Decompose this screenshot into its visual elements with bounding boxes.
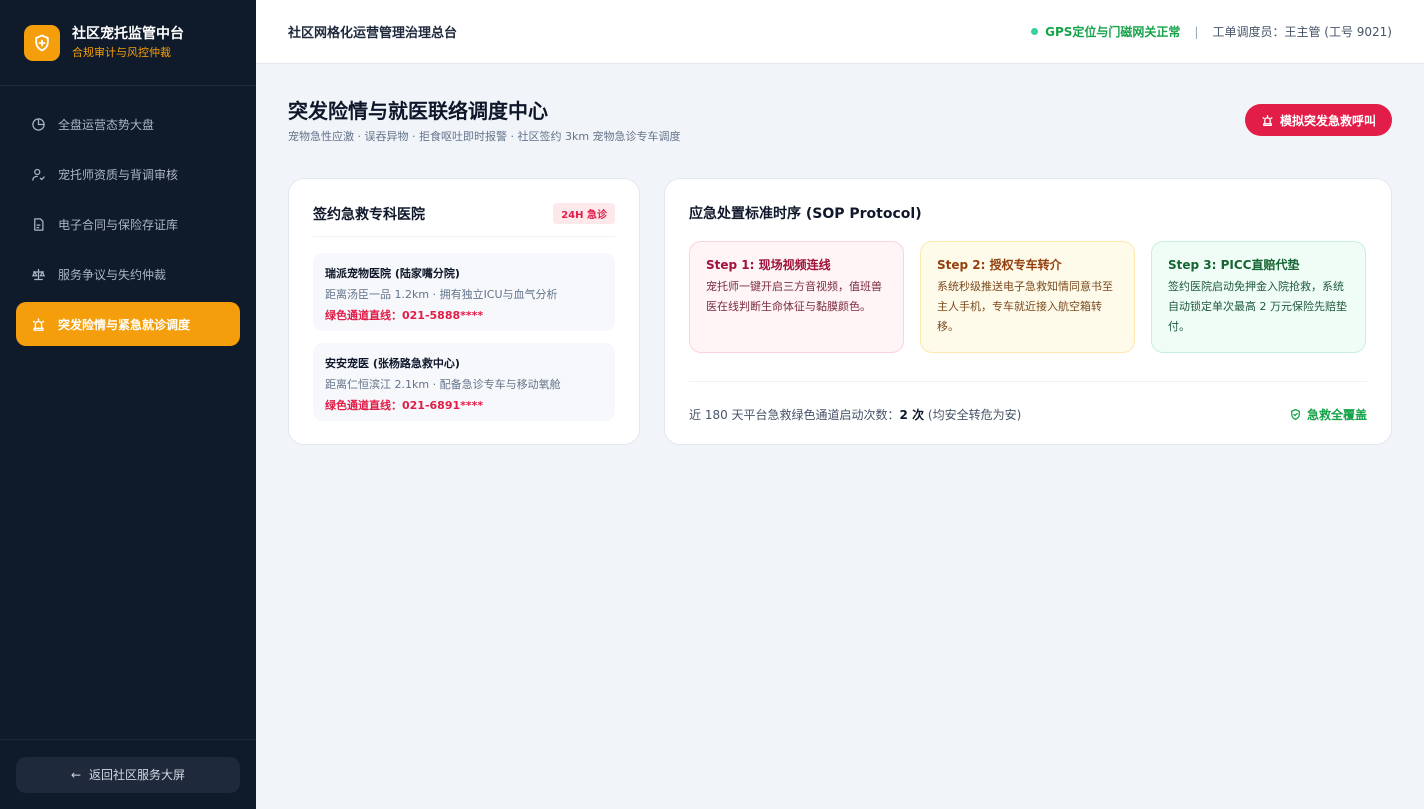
top-header: 社区网格化运营管理治理总台 GPS定位与门磁网关正常 | 工单调度员：王主管 (… [256,0,1424,64]
siren-icon [30,316,46,332]
hospital-hotline: 绿色通道直线：021-5888**** [325,309,484,322]
header-title: 社区网格化运营管理治理总台 [288,26,458,41]
partner-hospitals-card: 签约急救专科医院 24H 急诊 瑞派宠物医院 (陆家嘴分院) 距离汤臣一品 1.… [288,178,640,445]
pie-chart-icon [30,116,46,132]
sop-step-title: Step 3: PICC直赔代垫 [1168,258,1300,272]
page-title: 突发险情与就医联络调度中心 [288,99,548,123]
hospital-name: 安安宠医 (张杨路急救中心) [325,357,460,370]
sidebar-item-disputes[interactable]: 服务争议与失约仲裁 [16,252,240,296]
shield-check-icon [1289,408,1302,421]
brand-subtitle: 合规审计与风控仲裁 [72,46,171,59]
brand: 社区宠托监管中台 合规审计与风控仲裁 [0,0,256,86]
green-channel-stats: 近 180 天平台急救绿色通道启动次数：2 次 (均安全转危为安) [689,406,1021,423]
back-to-dashboard-button[interactable]: ← 返回社区服务大屏 [16,756,240,793]
sop-step-3: Step 3: PICC直赔代垫 签约医院启动免押金入院抢救，系统自动锁定单次最… [1151,241,1366,353]
sop-steps: Step 1: 现场视频连线 宠托师一键开启三方音视频，值班兽医在线判断生命体征… [689,241,1367,353]
shield-logo-icon [24,24,60,61]
main-content: 突发险情与就医联络调度中心 宠物急性应激 · 误吞异物 · 拒食呕吐即时报警 ·… [256,64,1424,809]
coverage-status: 急救全覆盖 [1289,406,1367,423]
hospital-name: 瑞派宠物医院 (陆家嘴分院) [325,267,460,280]
stats-prefix: 近 180 天平台急救绿色通道启动次数： [689,408,900,422]
sop-footer: 近 180 天平台急救绿色通道启动次数：2 次 (均安全转危为安) 急救全覆盖 [689,381,1367,423]
sidebar-item-dashboard[interactable]: 全盘运营态势大盘 [16,102,240,146]
sop-card-title: 应急处置标准时序 (SOP Protocol) [689,206,922,222]
sop-step-1: Step 1: 现场视频连线 宠托师一键开启三方音视频，值班兽医在线判断生命体征… [689,241,904,353]
sop-step-2: Step 2: 授权专车转介 系统秒级推送电子急救知情同意书至主人手机，专车就近… [920,241,1135,353]
sidebar-item-contracts[interactable]: 电子合同与保险存证库 [16,202,240,246]
arrow-left-icon: ← [70,767,82,782]
simulate-emergency-button[interactable]: 模拟突发急救呼叫 [1244,104,1392,136]
scales-icon [30,266,46,282]
page-header: 突发险情与就医联络调度中心 宠物急性应激 · 误吞异物 · 拒食呕吐即时报警 ·… [288,98,1392,144]
siren-icon [1261,114,1274,127]
hospital-desc: 距离仁恒滨江 2.1km · 配备急诊专车与移动氧舱 [325,378,561,391]
sop-step-title: Step 2: 授权专车转介 [937,258,1062,272]
emergency-24h-badge: 24H 急诊 [553,203,615,224]
sop-step-desc: 签约医院启动免押金入院抢救，系统自动锁定单次最高 2 万元保险先赔垫付。 [1168,280,1347,333]
sop-step-title: Step 1: 现场视频连线 [706,258,831,272]
status-dot-icon [1031,28,1039,35]
sidebar-item-label: 服务争议与失约仲裁 [58,267,167,282]
card-row: 签约急救专科医院 24H 急诊 瑞派宠物医院 (陆家嘴分院) 距离汤臣一品 1.… [288,178,1392,445]
sidebar-item-label: 突发险情与紧急就诊调度 [58,317,191,332]
hospital-item[interactable]: 安安宠医 (张杨路急救中心) 距离仁恒滨江 2.1km · 配备急诊专车与移动氧… [313,343,615,421]
hospitals-card-header: 签约急救专科医院 24H 急诊 [313,203,615,237]
hospital-desc: 距离汤臣一品 1.2km · 拥有独立ICU与血气分析 [325,288,558,301]
back-button-label: 返回社区服务大屏 [89,768,186,782]
sidebar: 社区宠托监管中台 合规审计与风控仲裁 全盘运营态势大盘 宠托师资质与背调审核 电… [0,0,256,809]
hospital-item[interactable]: 瑞派宠物医院 (陆家嘴分院) 距离汤臣一品 1.2km · 拥有独立ICU与血气… [313,253,615,331]
brand-title: 社区宠托监管中台 [72,26,184,42]
user-check-icon [30,166,46,182]
dispatcher-info: 工单调度员：王主管 (工号 9021) [1212,25,1392,39]
sop-step-desc: 系统秒级推送电子急救知情同意书至主人手机，专车就近接入航空箱转移。 [937,280,1113,333]
sidebar-footer: ← 返回社区服务大屏 [0,739,256,809]
sop-step-desc: 宠托师一键开启三方音视频，值班兽医在线判断生命体征与黏膜颜色。 [706,280,882,313]
hospital-hotline: 绿色通道直线：021-6891**** [325,399,484,412]
stats-suffix: (均安全转危为安) [924,408,1022,422]
document-icon [30,216,46,232]
sop-protocol-card: 应急处置标准时序 (SOP Protocol) Step 1: 现场视频连线 宠… [664,178,1392,445]
coverage-label: 急救全覆盖 [1306,408,1367,422]
hospitals-card-title: 签约急救专科医院 [313,206,425,223]
sidebar-nav: 全盘运营态势大盘 宠托师资质与背调审核 电子合同与保险存证库 服务争议与失约仲裁… [0,86,256,739]
sidebar-item-label: 全盘运营态势大盘 [58,117,155,132]
simulate-emergency-label: 模拟突发急救呼叫 [1279,113,1376,128]
sidebar-item-emergency[interactable]: 突发险情与紧急就诊调度 [16,302,240,346]
header-separator: | [1194,24,1199,39]
sidebar-item-label: 宠托师资质与背调审核 [58,167,179,182]
header-status: GPS定位与门磁网关正常 | 工单调度员：王主管 (工号 9021) [1031,23,1392,40]
gps-status-label: GPS定位与门磁网关正常 [1045,25,1181,39]
gps-status: GPS定位与门磁网关正常 [1031,23,1180,40]
sidebar-item-caregiver-audit[interactable]: 宠托师资质与背调审核 [16,152,240,196]
stats-count: 2 次 [899,408,925,422]
sidebar-item-label: 电子合同与保险存证库 [58,217,179,232]
page-subtitle: 宠物急性应激 · 误吞异物 · 拒食呕吐即时报警 · 社区签约 3km 宠物急诊… [288,130,681,143]
